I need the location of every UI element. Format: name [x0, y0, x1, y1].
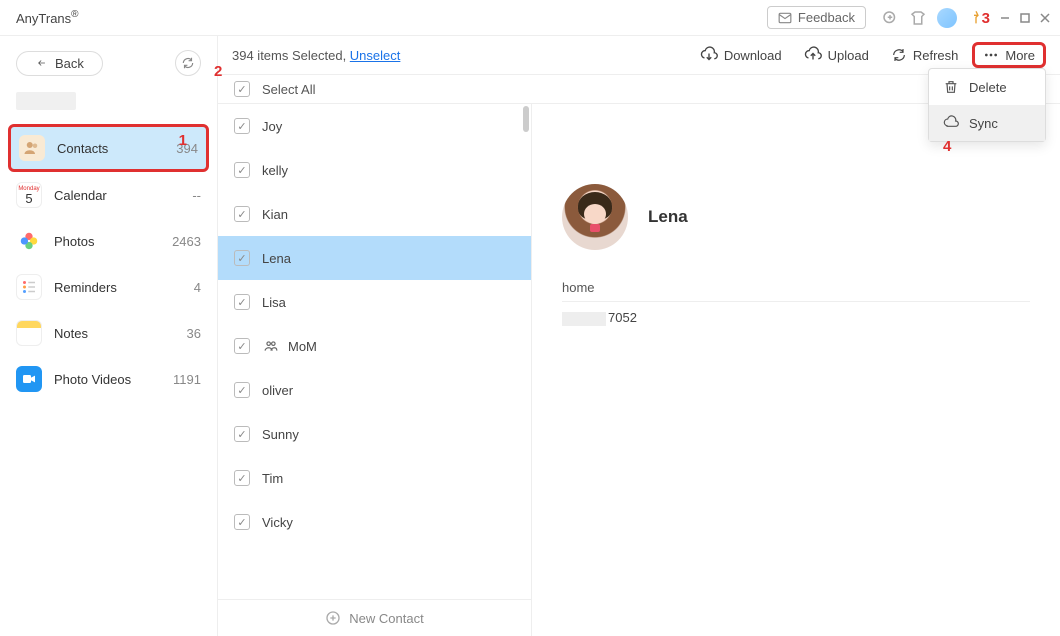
cloud-download-icon [700, 46, 718, 64]
row-checkbox[interactable] [234, 426, 250, 442]
unselect-link[interactable]: Unselect [350, 48, 401, 63]
ellipsis-icon [983, 47, 999, 63]
refresh-button[interactable]: Refresh [883, 43, 967, 67]
sidebar-item-photovideos[interactable]: Photo Videos 1191 [0, 356, 217, 402]
delete-menu-item[interactable]: Delete [929, 69, 1045, 105]
contact-name: Kian [262, 207, 288, 222]
calendar-icon: Monday 5 [16, 182, 42, 208]
sidebar-item-count: -- [192, 188, 201, 203]
group-icon [262, 339, 280, 353]
contact-name: kelly [262, 163, 288, 178]
sidebar-item-count: 2463 [172, 234, 201, 249]
contact-row[interactable]: MoM [218, 324, 531, 368]
contact-name: oliver [262, 383, 293, 398]
callout-3: 3 [982, 10, 990, 27]
callout-1: 1 [179, 132, 187, 149]
contact-name: Joy [262, 119, 282, 134]
sidebar-item-label: Calendar [54, 188, 180, 203]
contact-name: Sunny [262, 427, 299, 442]
row-checkbox[interactable] [234, 470, 250, 486]
scrollbar[interactable] [523, 106, 529, 132]
contact-avatar [562, 184, 628, 250]
arrow-left-icon [35, 58, 49, 68]
sidebar-item-label: Contacts [57, 141, 164, 156]
phone-value: 7052 [562, 310, 1030, 326]
row-checkbox[interactable] [234, 514, 250, 530]
sidebar-item-count: 1191 [173, 372, 201, 387]
refresh-icon [181, 56, 195, 70]
contact-row[interactable]: oliver [218, 368, 531, 412]
magnify-circle-icon[interactable] [881, 9, 899, 27]
refresh-icon [891, 47, 907, 63]
select-all-checkbox[interactable] [234, 81, 250, 97]
new-contact-button[interactable]: New Contact [218, 599, 531, 636]
contact-row[interactable]: Vicky [218, 500, 531, 544]
phone-label: home [562, 280, 1030, 302]
contact-row[interactable]: Joy [218, 104, 531, 148]
user-avatar-icon[interactable] [937, 8, 957, 28]
more-button[interactable]: More [972, 42, 1046, 68]
upload-button[interactable]: Upload [796, 42, 877, 68]
photos-icon [16, 228, 42, 254]
sidebar-item-label: Photo Videos [54, 372, 161, 387]
plus-circle-icon [325, 610, 341, 626]
contact-list[interactable]: Joy kelly Kian Lena Lisa [218, 104, 532, 636]
sidebar-item-notes[interactable]: Notes 36 [0, 310, 217, 356]
download-button[interactable]: Download [692, 42, 790, 68]
sidebar-refresh-button[interactable] [175, 50, 201, 76]
contact-name: MoM [288, 339, 317, 354]
row-checkbox[interactable] [234, 338, 250, 354]
selection-status: 394 items Selected, Unselect [232, 48, 400, 63]
sidebar: Back 1 Contacts 394 Monday 5 Calendar -- [0, 36, 218, 636]
sidebar-item-label: Notes [54, 326, 175, 341]
sync-menu-item[interactable]: Sync 4 [929, 105, 1045, 141]
trash-icon [943, 79, 959, 95]
row-checkbox[interactable] [234, 250, 250, 266]
contact-row[interactable]: Lena [218, 236, 531, 280]
sidebar-item-count: 4 [194, 280, 201, 295]
row-checkbox[interactable] [234, 162, 250, 178]
feedback-button[interactable]: Feedback [767, 6, 866, 29]
row-checkbox[interactable] [234, 294, 250, 310]
row-checkbox[interactable] [234, 206, 250, 222]
contact-detail: Lena home 7052 [532, 104, 1060, 636]
callout-2: 2 [214, 63, 222, 80]
contact-row[interactable]: Lisa [218, 280, 531, 324]
close-icon[interactable] [1038, 11, 1052, 25]
contact-name: Vicky [262, 515, 293, 530]
select-all-label: Select All [262, 82, 953, 97]
contact-name: Lena [262, 251, 291, 266]
sidebar-item-reminders[interactable]: Reminders 4 [0, 264, 217, 310]
app-title: AnyTrans® [8, 9, 79, 27]
sidebar-user-placeholder [16, 92, 76, 110]
more-dropdown: Delete Sync 4 [928, 68, 1046, 142]
mail-icon [778, 11, 792, 25]
cloud-sync-icon [943, 115, 959, 131]
sidebar-item-label: Reminders [54, 280, 182, 295]
sidebar-item-calendar[interactable]: Monday 5 Calendar -- [0, 172, 217, 218]
maximize-icon[interactable] [1018, 11, 1032, 25]
contact-detail-name: Lena [648, 207, 688, 227]
video-icon [16, 366, 42, 392]
reminders-icon [16, 274, 42, 300]
contact-row[interactable]: kelly [218, 148, 531, 192]
minimize-icon[interactable] [998, 11, 1012, 25]
contacts-icon [19, 135, 45, 161]
cloud-upload-icon [804, 46, 822, 64]
contact-row[interactable]: Tim [218, 456, 531, 500]
callout-4: 4 [943, 138, 951, 155]
sidebar-item-photos[interactable]: Photos 2463 [0, 218, 217, 264]
sidebar-item-label: Photos [54, 234, 160, 249]
row-checkbox[interactable] [234, 382, 250, 398]
contact-name: Lisa [262, 295, 286, 310]
contact-row[interactable]: Sunny [218, 412, 531, 456]
shirt-icon[interactable] [909, 9, 927, 27]
sidebar-item-count: 36 [187, 326, 201, 341]
titlebar: AnyTrans® Feedback [0, 0, 1060, 36]
notes-icon [16, 320, 42, 346]
back-button[interactable]: Back [16, 51, 103, 76]
row-checkbox[interactable] [234, 118, 250, 134]
contact-name: Tim [262, 471, 283, 486]
contact-row[interactable]: Kian [218, 192, 531, 236]
